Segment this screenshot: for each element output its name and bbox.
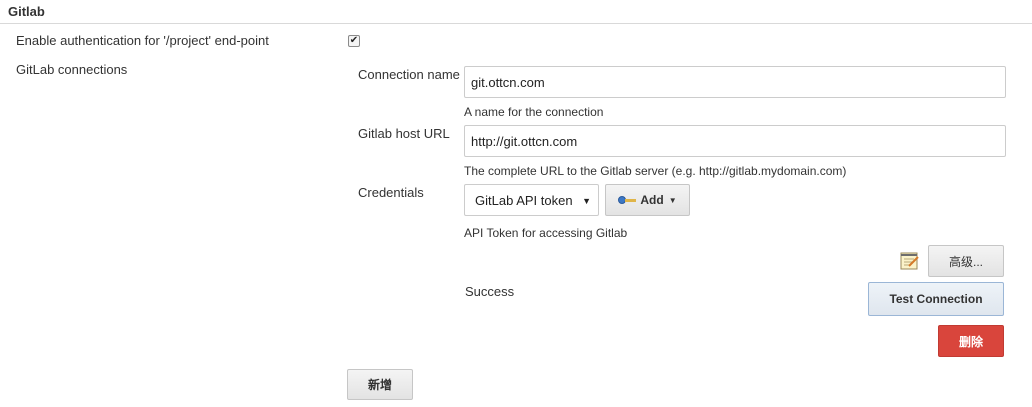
notepad-icon[interactable] <box>899 250 920 271</box>
credentials-label: Credentials <box>358 185 424 200</box>
test-connection-button[interactable]: Test Connection <box>868 282 1004 316</box>
host-url-label: Gitlab host URL <box>358 126 450 141</box>
add-label: Add <box>640 193 664 207</box>
auth-checkbox[interactable]: ✔ <box>348 35 360 47</box>
connection-name-help: A name for the connection <box>464 105 604 119</box>
gitlab-connections-label: GitLab connections <box>16 62 128 77</box>
chevron-down-icon: ▼ <box>582 196 591 206</box>
credentials-selected: GitLab API token <box>475 192 573 208</box>
key-icon <box>618 195 637 205</box>
add-credentials-button[interactable]: Add ▼ <box>605 184 690 216</box>
credentials-select[interactable]: GitLab API token ▼ <box>464 184 599 216</box>
chevron-down-icon: ▼ <box>668 195 677 205</box>
section-title: Gitlab <box>8 4 45 19</box>
advanced-button[interactable]: 高级... <box>928 245 1004 277</box>
auth-label: Enable authentication for '/project' end… <box>16 33 269 48</box>
check-icon: ✔ <box>349 35 359 46</box>
test-status: Success <box>465 284 515 299</box>
host-url-help: The complete URL to the Gitlab server (e… <box>464 164 847 178</box>
host-url-input[interactable] <box>464 125 1006 157</box>
connection-name-input[interactable] <box>464 66 1006 98</box>
connection-name-label: Connection name <box>358 67 460 82</box>
credentials-help: API Token for accessing Gitlab <box>464 226 628 240</box>
delete-button[interactable]: 删除 <box>938 325 1004 357</box>
section-header: Gitlab <box>0 0 1032 24</box>
add-connection-button[interactable]: 新增 <box>347 369 413 400</box>
